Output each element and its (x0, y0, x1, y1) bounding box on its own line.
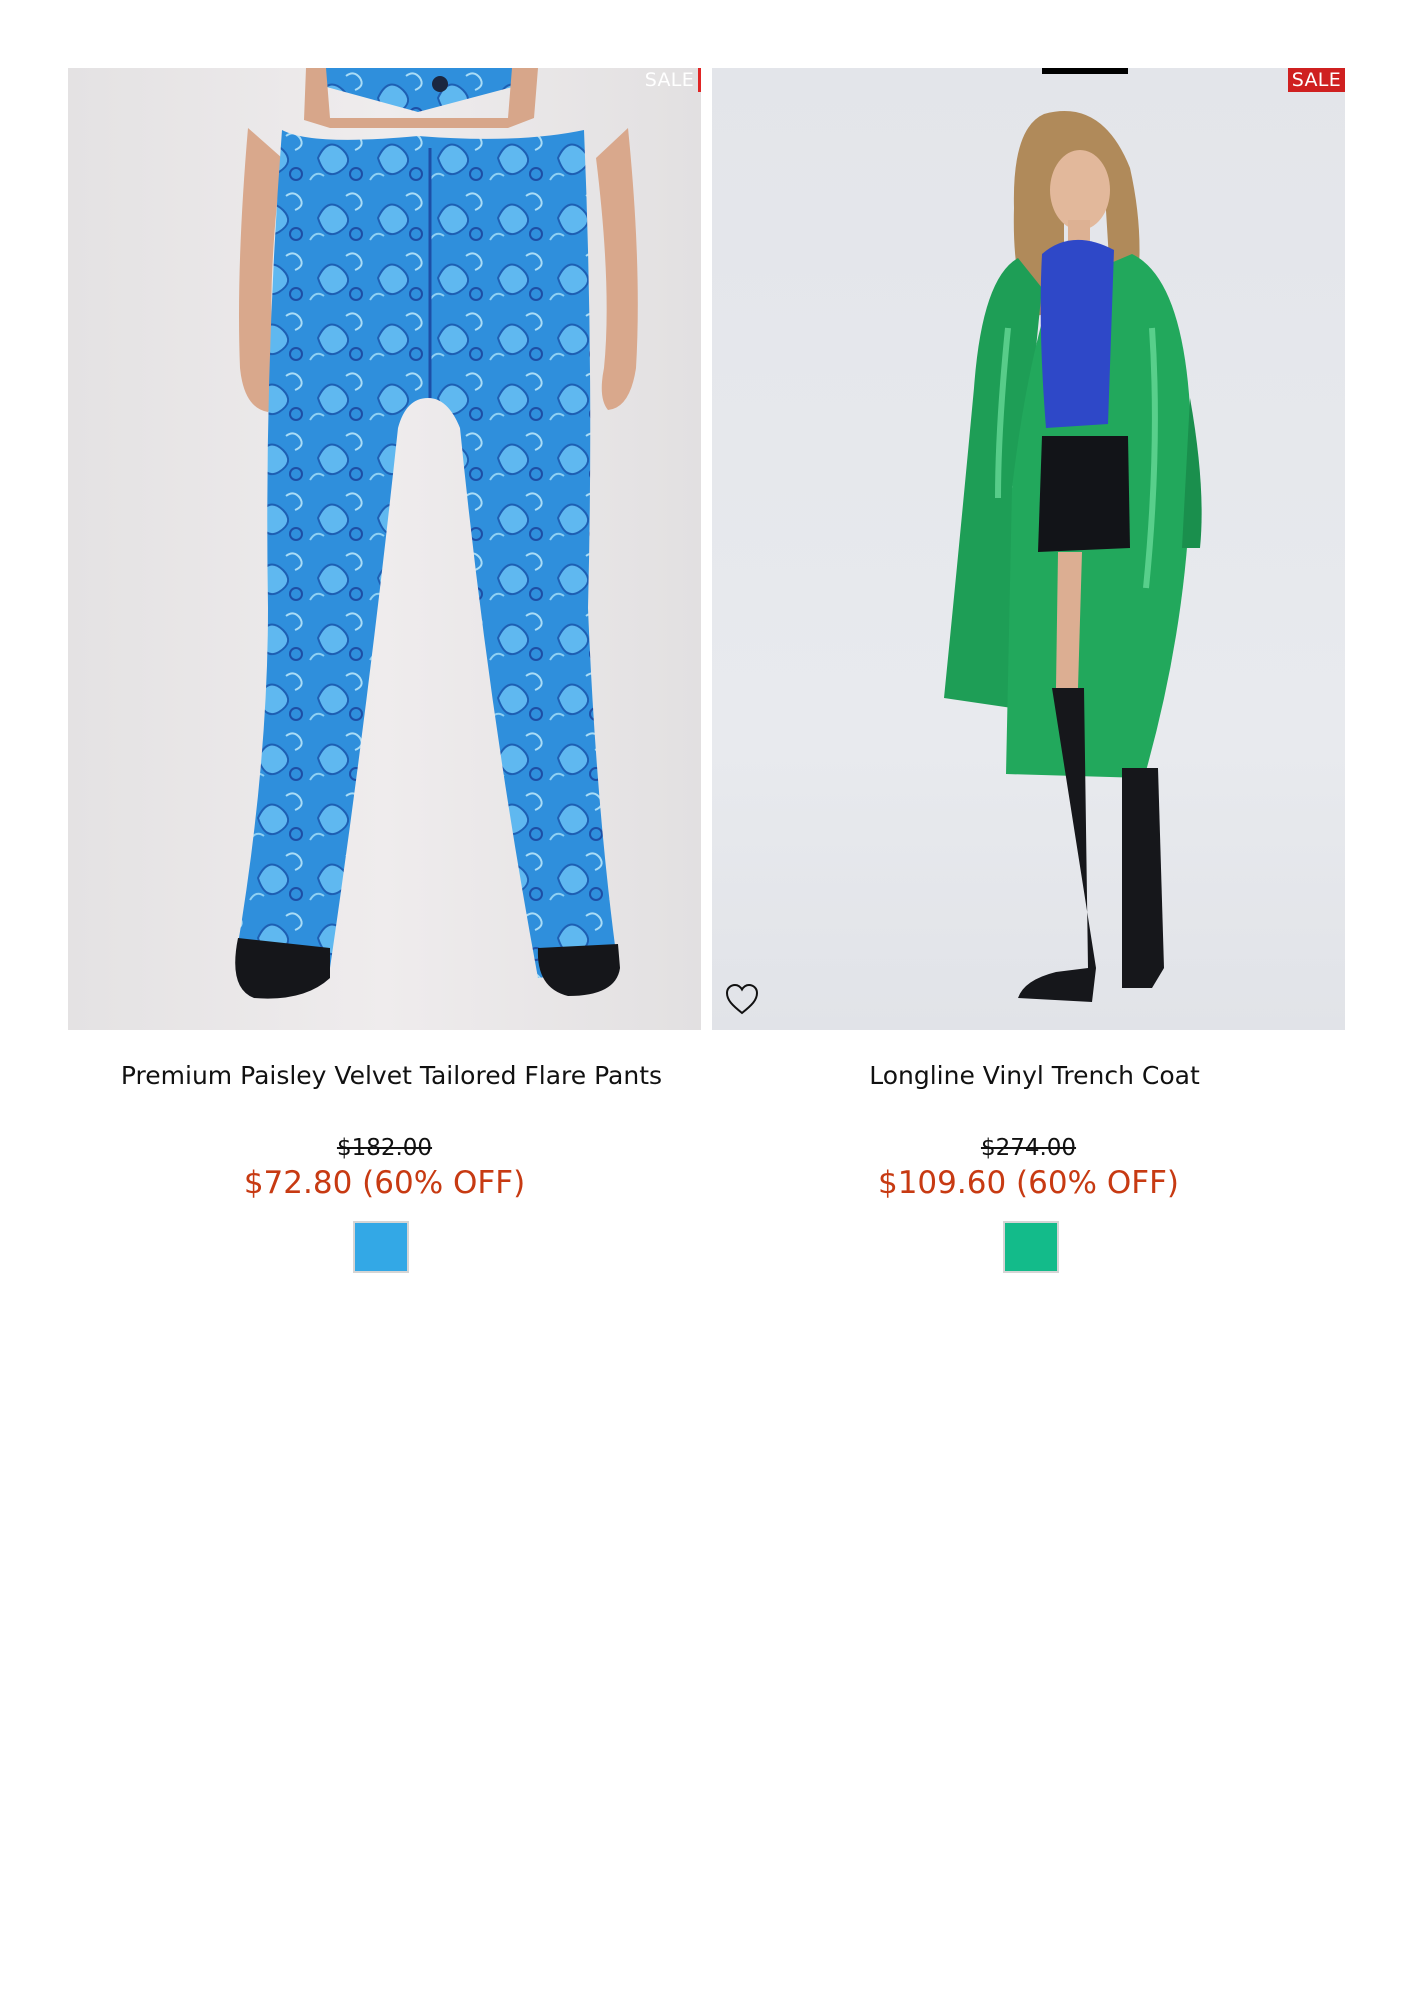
product-photo-green-trench (944, 68, 1202, 1002)
sale-price: $72.80 (60% OFF) (243, 1165, 526, 1201)
product-info: Longline Vinyl Trench Coat $274.00 $109.… (712, 1060, 1345, 1273)
heart-icon[interactable] (724, 982, 760, 1016)
product-title[interactable]: Longline Vinyl Trench Coat (712, 1060, 1345, 1092)
color-swatch[interactable] (1003, 1221, 1059, 1273)
original-price: $182.00 (336, 1135, 433, 1161)
product-image-link[interactable]: SALE (68, 68, 701, 1030)
original-price: $274.00 (980, 1135, 1077, 1161)
product-photo-paisley-pants (235, 68, 638, 999)
sale-price: $109.60 (60% OFF) (877, 1165, 1180, 1201)
product-info: Premium Paisley Velvet Tailored Flare Pa… (68, 1060, 701, 1273)
sale-badge: SALE (1287, 68, 1345, 92)
product-card[interactable]: SALE Longline Vinyl Trench Coat $274.00 … (712, 68, 1345, 1273)
sale-badge: SALE (641, 68, 701, 92)
product-grid: SALE Premium Paisley Velvet Tailored Fla… (68, 68, 1346, 1308)
product-image-link[interactable]: SALE (712, 68, 1345, 1030)
color-swatch[interactable] (353, 1221, 409, 1273)
product-title[interactable]: Premium Paisley Velvet Tailored Flare Pa… (68, 1060, 701, 1092)
product-card[interactable]: SALE Premium Paisley Velvet Tailored Fla… (68, 68, 701, 1273)
